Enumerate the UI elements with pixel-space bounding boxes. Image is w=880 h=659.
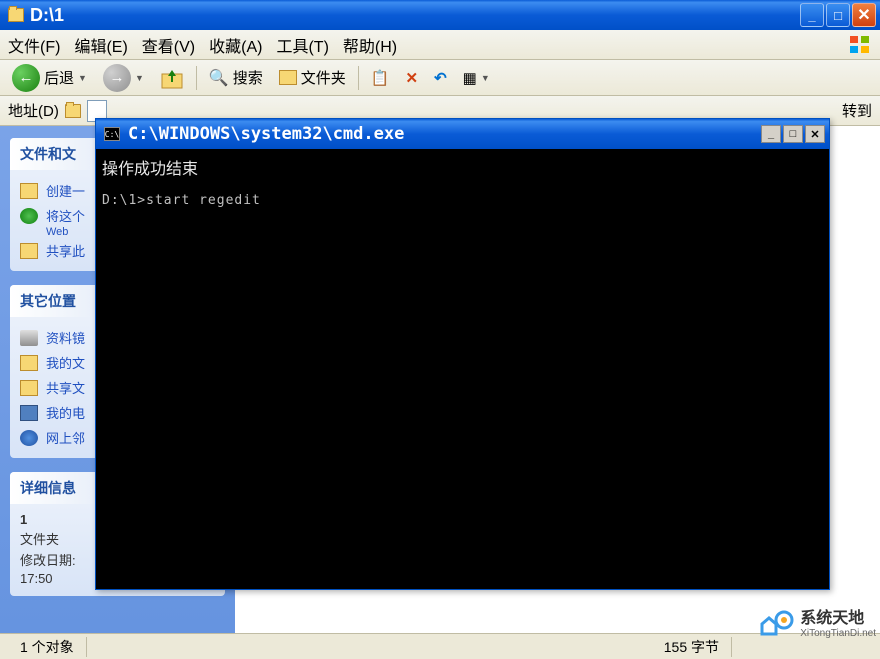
folders-icon: [279, 70, 297, 85]
chevron-down-icon: ▼: [481, 73, 490, 83]
toolbar: ← 后退 ▼ → ▼ 🔍 搜索 文件夹 📋 ✕ ↶ ▦▼: [0, 60, 880, 96]
network-icon: [20, 430, 38, 446]
maximize-button[interactable]: □: [826, 3, 850, 27]
panel-title: 详细信息: [20, 478, 76, 498]
folder-icon: [20, 243, 38, 259]
watermark-text: 系统天地 XiTongTianDi.net: [800, 604, 876, 639]
menu-file[interactable]: 文件(F): [8, 33, 60, 57]
statusbar: 1 个对象 155 字节: [0, 633, 880, 659]
window-controls: _ □ ✕: [800, 3, 876, 27]
item-label: 共享文: [46, 378, 85, 397]
item-label: 将这个: [46, 206, 85, 225]
folders-label: 文件夹: [301, 67, 346, 88]
address-label: 地址(D): [8, 100, 59, 121]
cmd-prompt-line: D:\1>start regedit: [102, 193, 823, 208]
move-button[interactable]: 📋: [365, 67, 396, 89]
item-label: 共享此: [46, 241, 85, 260]
folders-button[interactable]: 文件夹: [273, 65, 352, 90]
chevron-down-icon: ▼: [135, 73, 144, 83]
item-label: 网上邻: [46, 428, 85, 447]
menu-view[interactable]: 查看(V): [142, 33, 195, 57]
window-title: D:\1: [30, 5, 800, 26]
item-label: 资料镜: [46, 328, 85, 347]
views-icon: ▦: [463, 69, 477, 87]
explorer-titlebar: D:\1 _ □ ✕: [0, 0, 880, 30]
close-button[interactable]: ✕: [852, 3, 876, 27]
item-label: 我的文: [46, 353, 85, 372]
computer-icon: [20, 405, 38, 421]
panel-title: 其它位置: [20, 291, 76, 311]
item-label: 创建一: [46, 181, 85, 200]
folder-up-icon: [160, 66, 184, 90]
drive-icon: [20, 330, 38, 346]
cmd-minimize-button[interactable]: _: [761, 125, 781, 143]
globe-icon: [20, 208, 38, 224]
search-label: 搜索: [233, 67, 263, 88]
delete-button[interactable]: ✕: [400, 67, 425, 89]
folder-icon: [20, 380, 38, 396]
views-button[interactable]: ▦▼: [457, 67, 496, 89]
menu-favorites[interactable]: 收藏(A): [209, 33, 262, 57]
minimize-button[interactable]: _: [800, 3, 824, 27]
undo-icon: ↶: [434, 69, 447, 87]
goto-label: 转到: [842, 100, 872, 121]
chevron-down-icon: ▼: [78, 73, 87, 83]
cmd-output-line: 操作成功结束: [102, 155, 823, 179]
separator: [358, 66, 359, 90]
folder-icon: [8, 8, 24, 22]
menu-tools[interactable]: 工具(T): [276, 33, 328, 57]
back-button[interactable]: ← 后退 ▼: [6, 62, 93, 94]
watermark-url: XiTongTianDi.net: [800, 628, 876, 639]
undo-button[interactable]: ↶: [428, 67, 453, 89]
watermark: 系统天地 XiTongTianDi.net: [758, 604, 876, 639]
cmd-titlebar[interactable]: C:\ C:\WINDOWS\system32\cmd.exe _ □ ✕: [96, 119, 829, 149]
up-button[interactable]: [154, 64, 190, 92]
back-label: 后退: [44, 67, 74, 88]
menubar: 文件(F) 编辑(E) 查看(V) 收藏(A) 工具(T) 帮助(H): [0, 30, 880, 60]
forward-button[interactable]: → ▼: [97, 62, 150, 94]
cmd-close-button[interactable]: ✕: [805, 125, 825, 143]
cmd-icon: C:\: [104, 127, 120, 141]
status-objects: 1 个对象: [8, 637, 87, 657]
windows-logo-icon: [848, 34, 872, 56]
goto-button[interactable]: 转到: [842, 100, 872, 121]
menu-help[interactable]: 帮助(H): [343, 33, 397, 57]
search-button[interactable]: 🔍 搜索: [203, 65, 269, 90]
cmd-window: C:\ C:\WINDOWS\system32\cmd.exe _ □ ✕ 操作…: [95, 118, 830, 590]
cmd-output[interactable]: 操作成功结束 D:\1>start regedit: [96, 149, 829, 589]
separator: [196, 66, 197, 90]
back-icon: ←: [12, 64, 40, 92]
folder-icon: [65, 104, 81, 118]
cmd-title: C:\WINDOWS\system32\cmd.exe: [128, 124, 761, 144]
forward-icon: →: [103, 64, 131, 92]
panel-title: 文件和文: [20, 144, 76, 164]
folder-icon: [20, 355, 38, 371]
move-icon: 📋: [371, 69, 390, 87]
search-icon: 🔍: [209, 68, 229, 88]
cmd-maximize-button[interactable]: □: [783, 125, 803, 143]
menu-edit[interactable]: 编辑(E): [74, 33, 127, 57]
item-label: 我的电: [46, 403, 85, 422]
folder-icon: [20, 183, 38, 199]
watermark-brand: 系统天地: [800, 610, 864, 627]
status-size: 155 字节: [652, 637, 732, 657]
cmd-window-controls: _ □ ✕: [761, 125, 825, 143]
watermark-icon: [758, 606, 794, 638]
delete-icon: ✕: [406, 69, 419, 87]
